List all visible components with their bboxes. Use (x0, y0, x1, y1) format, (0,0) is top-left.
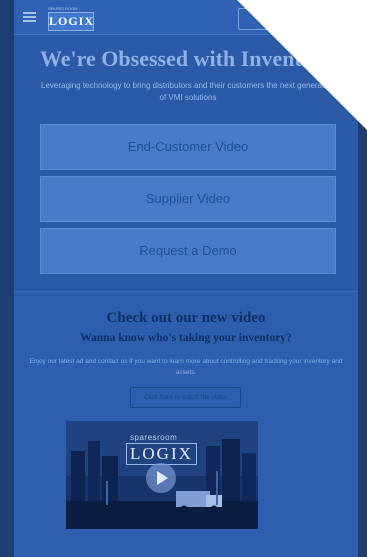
logo-wordmark: LOGIX (48, 12, 94, 31)
play-icon[interactable] (146, 463, 176, 493)
logo[interactable]: SPARES ROOM LOGIX (48, 6, 94, 31)
supplier-video-button[interactable]: Supplier Video (40, 176, 336, 222)
video-section-description: Enjoy our latest ad and contact us if yo… (29, 358, 343, 376)
video-section-title: Check out our new video (106, 310, 266, 326)
logo-tagline: SPARES ROOM (48, 6, 78, 11)
hamburger-menu-icon[interactable] (23, 12, 36, 22)
thumb-brand-main: LOGIX (126, 443, 197, 465)
page-corner-fold (237, 0, 367, 130)
thumb-brand-top: sparesroom (130, 433, 178, 442)
end-customer-video-button[interactable]: End-Customer Video (40, 124, 336, 170)
video-thumbnail[interactable]: sparesroom LOGIX (66, 421, 258, 529)
watch-video-button[interactable]: Click here to watch the video (130, 387, 241, 408)
request-demo-button[interactable]: Request a Demo (40, 228, 336, 274)
video-section: Check out our new video Wanna know who's… (14, 291, 358, 557)
video-section-subtitle: Wanna know who's taking your inventory? (80, 332, 292, 344)
